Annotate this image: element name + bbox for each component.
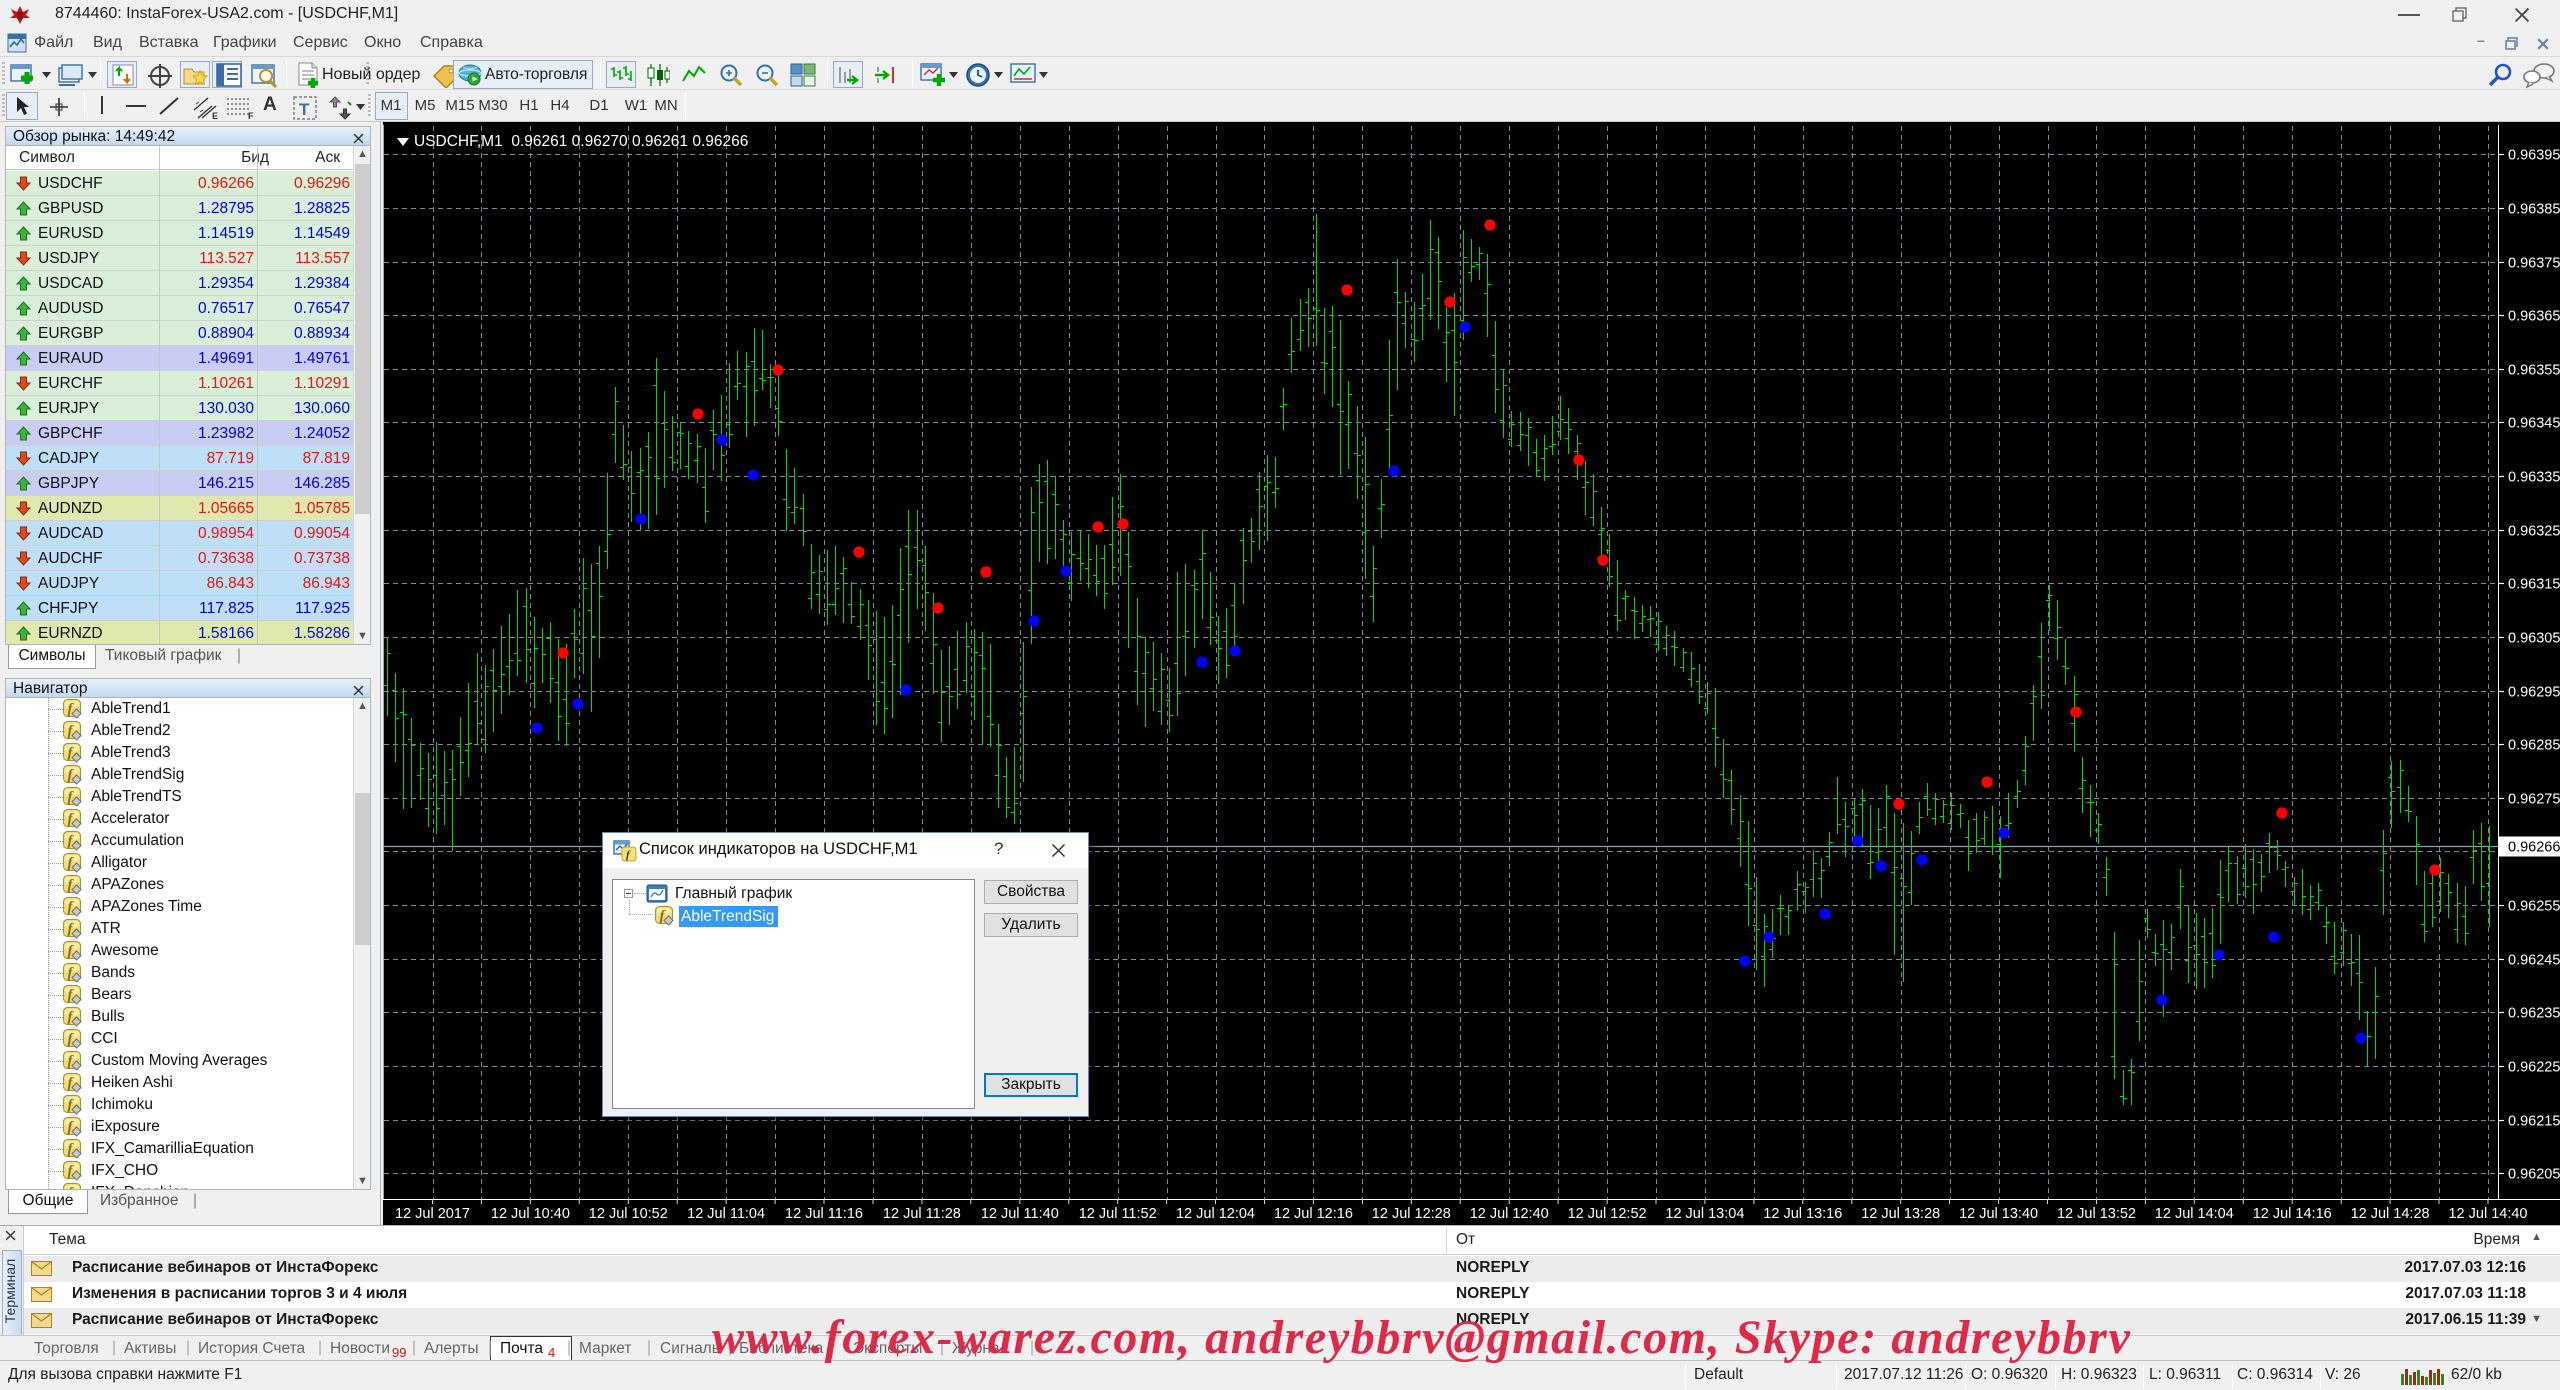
svg-text:0.96365: 0.96365 [2508,309,2560,325]
svg-text:12 Jul 13:04: 12 Jul 13:04 [1665,1206,1744,1222]
svg-text:0.96295: 0.96295 [2508,685,2560,701]
svg-text:0.96355: 0.96355 [2508,363,2560,379]
svg-text:12 Jul 10:52: 12 Jul 10:52 [589,1206,668,1222]
svg-text:12 Jul 14:28: 12 Jul 14:28 [2351,1206,2430,1222]
svg-text:0.96395: 0.96395 [2508,148,2560,164]
svg-text:0.96225: 0.96225 [2508,1060,2560,1076]
svg-text:0.96235: 0.96235 [2508,1006,2560,1022]
svg-text:12 Jul 12:40: 12 Jul 12:40 [1470,1206,1549,1222]
svg-text:0.96345: 0.96345 [2508,416,2560,432]
svg-text:12 Jul 12:16: 12 Jul 12:16 [1274,1206,1353,1222]
svg-text:12 Jul 13:28: 12 Jul 13:28 [1861,1206,1940,1222]
svg-text:12 Jul 14:04: 12 Jul 14:04 [2155,1206,2234,1222]
svg-text:12 Jul 11:28: 12 Jul 11:28 [883,1206,961,1222]
svg-text:12 Jul 2017: 12 Jul 2017 [395,1206,470,1222]
svg-text:0.96245: 0.96245 [2508,953,2560,969]
svg-text:12 Jul 12:52: 12 Jul 12:52 [1568,1206,1647,1222]
svg-text:USDCHF,M1 0.96261 0.96270 0.9: USDCHF,M1 0.96261 0.96270 0.96261 0.9626… [414,133,748,150]
svg-text:0.96205: 0.96205 [2508,1167,2560,1183]
svg-text:12 Jul 11:52: 12 Jul 11:52 [1079,1206,1157,1222]
svg-text:12 Jul 11:16: 12 Jul 11:16 [785,1206,863,1222]
svg-text:0.96335: 0.96335 [2508,470,2560,486]
svg-text:12 Jul 11:04: 12 Jul 11:04 [687,1206,765,1222]
svg-text:12 Jul 13:16: 12 Jul 13:16 [1763,1206,1842,1222]
svg-text:12 Jul 12:28: 12 Jul 12:28 [1372,1206,1451,1222]
svg-text:0.96255: 0.96255 [2508,899,2560,915]
svg-text:12 Jul 13:40: 12 Jul 13:40 [1959,1206,2038,1222]
svg-text:0.96305: 0.96305 [2508,631,2560,647]
svg-text:0.96325: 0.96325 [2508,524,2560,540]
svg-text:12 Jul 10:40: 12 Jul 10:40 [491,1206,570,1222]
svg-text:12 Jul 11:40: 12 Jul 11:40 [981,1206,1059,1222]
svg-text:F: F [248,111,254,120]
svg-text:E: E [212,111,218,120]
svg-text:0.96275: 0.96275 [2508,792,2560,808]
svg-text:12 Jul 14:40: 12 Jul 14:40 [2448,1206,2527,1222]
svg-text:0.96315: 0.96315 [2508,577,2560,593]
svg-text:0.96266: 0.96266 [2508,840,2560,856]
svg-text:0.96385: 0.96385 [2508,202,2560,218]
svg-text:0.96375: 0.96375 [2508,256,2560,272]
svg-text:0.96285: 0.96285 [2508,738,2560,754]
svg-text:0.96215: 0.96215 [2508,1114,2560,1130]
svg-text:T: T [299,100,310,119]
svg-text:12 Jul 13:52: 12 Jul 13:52 [2057,1206,2136,1222]
svg-text:12 Jul 12:04: 12 Jul 12:04 [1176,1206,1255,1222]
svg-text:12 Jul 14:16: 12 Jul 14:16 [2253,1206,2332,1222]
